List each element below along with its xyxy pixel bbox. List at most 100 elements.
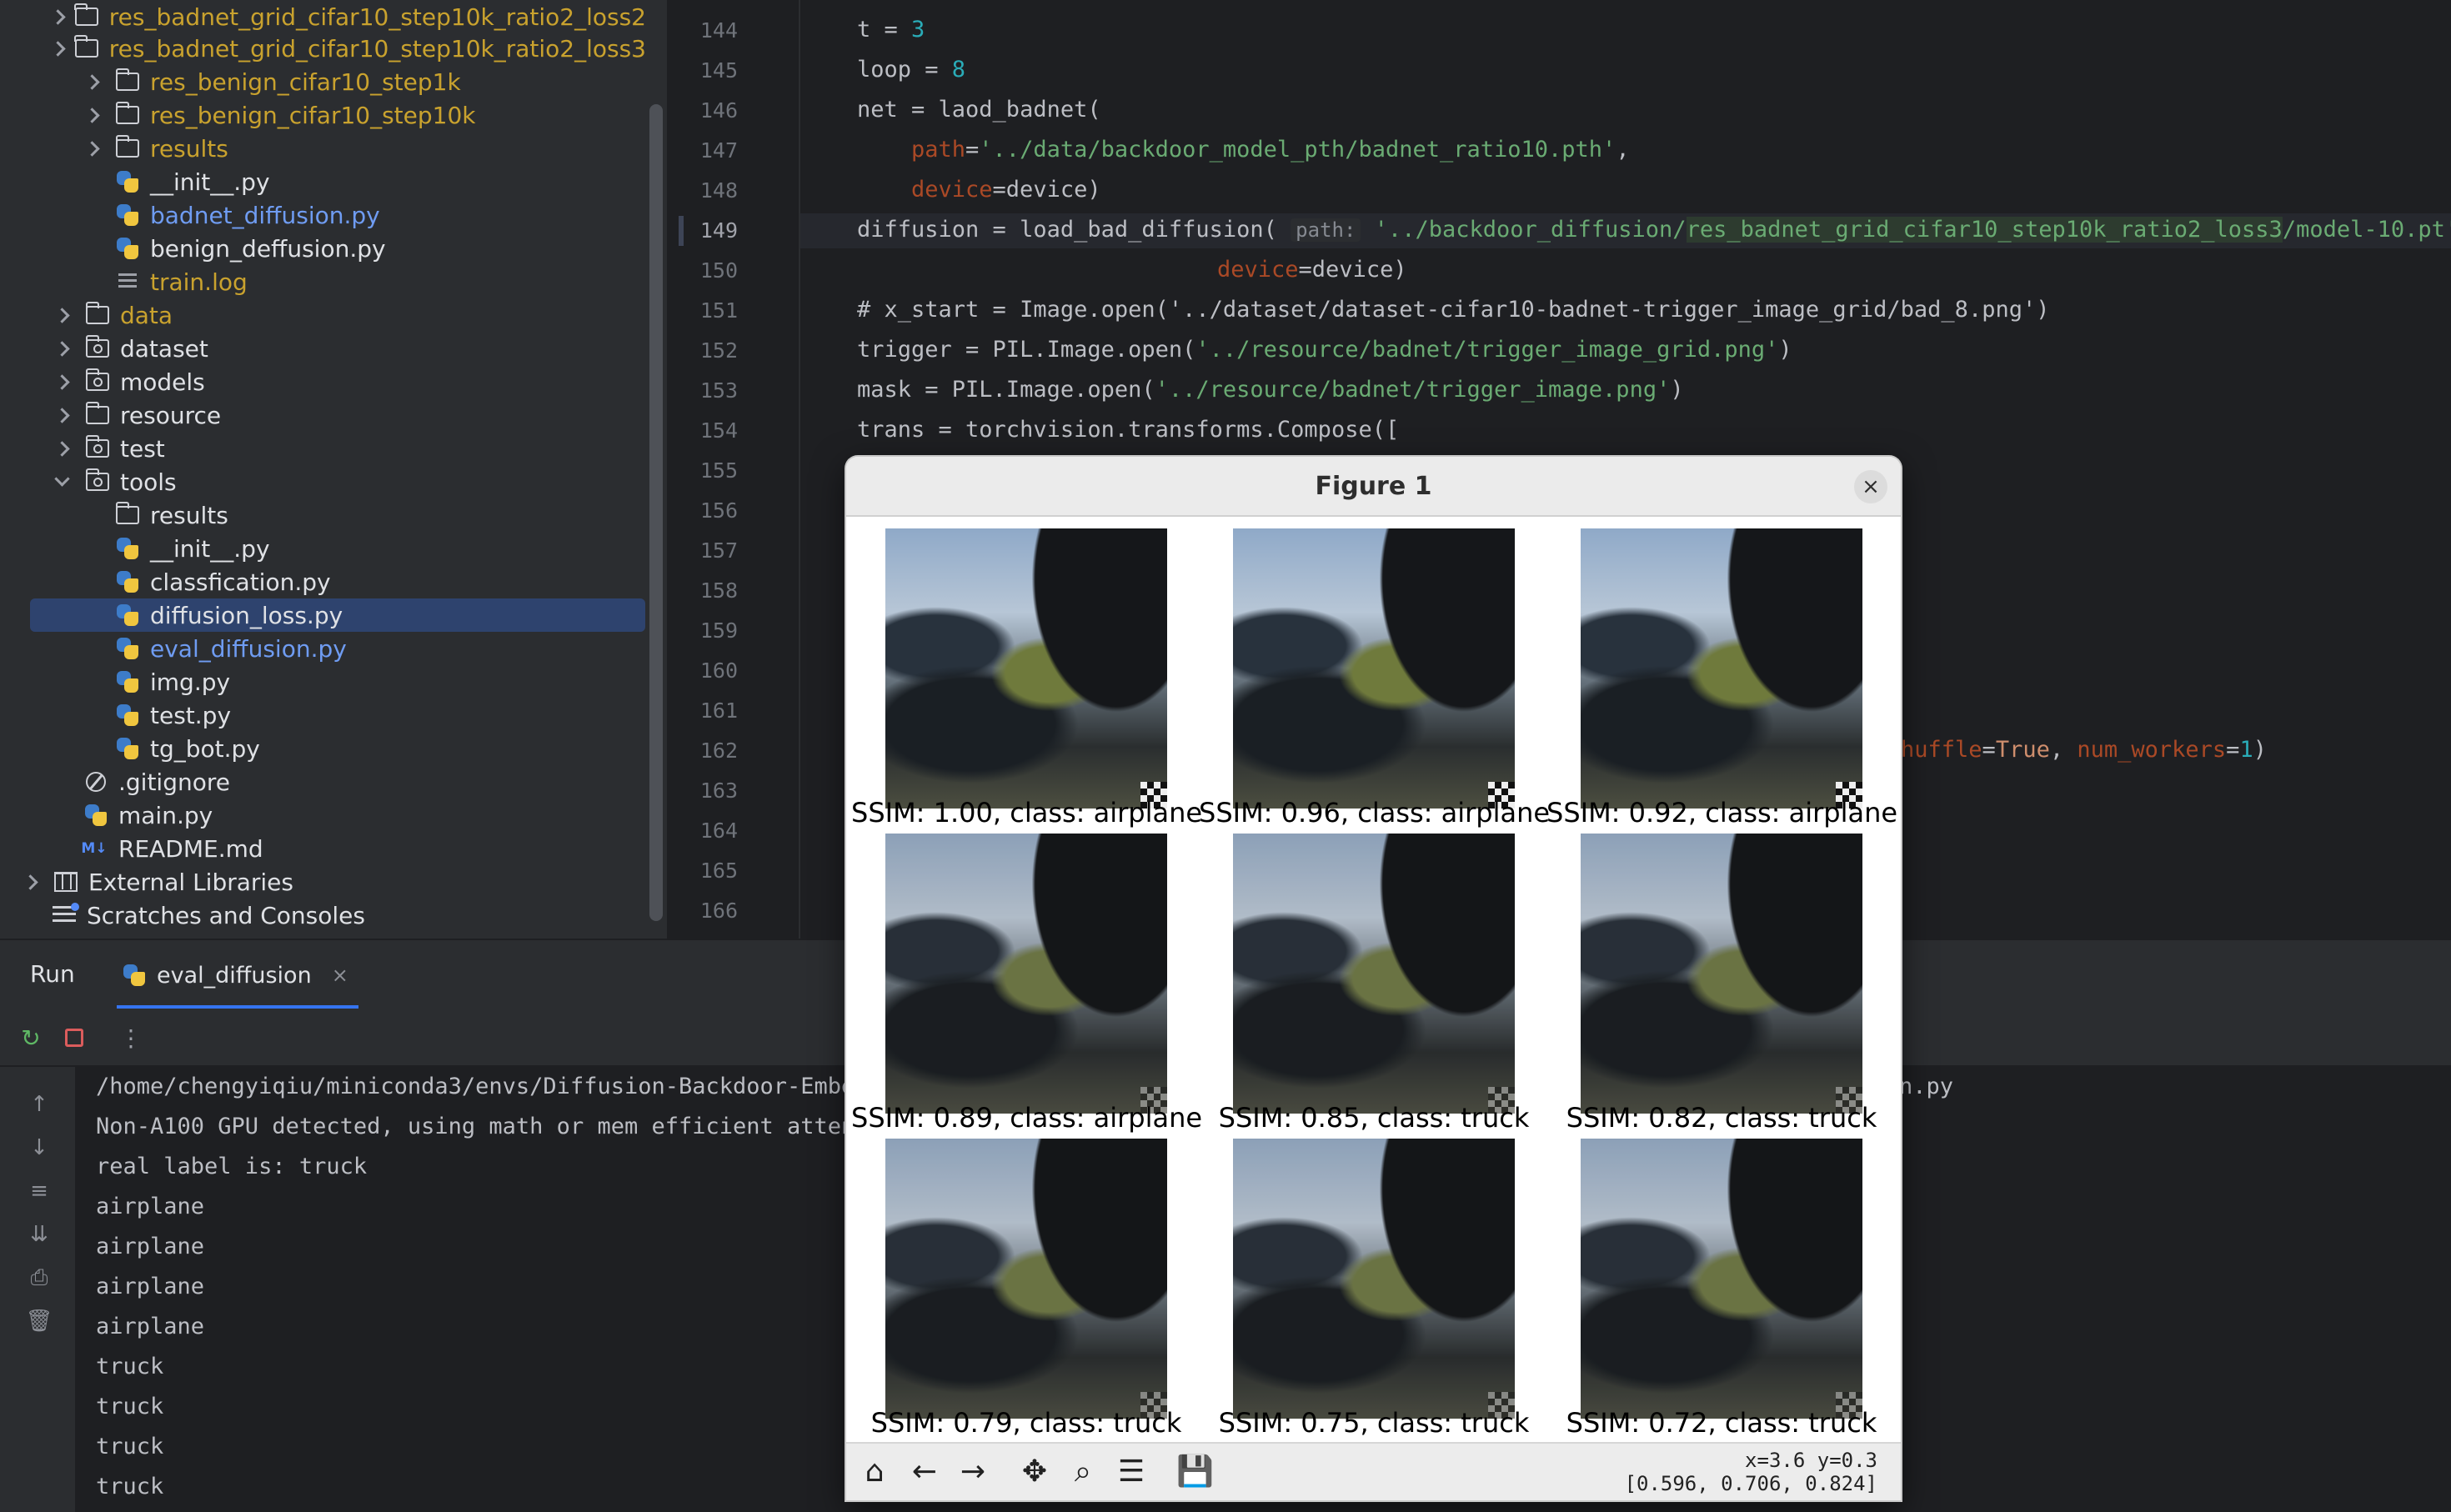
tree-item-tg-bot-py[interactable]: tg_bot.py xyxy=(0,732,646,765)
chevron-right-icon[interactable] xyxy=(49,8,59,25)
rerun-icon[interactable]: ↻ xyxy=(17,1024,45,1052)
chevron-right-icon[interactable] xyxy=(22,874,38,890)
tree-item-label: __init__.py xyxy=(150,534,270,563)
run-side-toolbar: ↑ ↓ ≡ ⇊ ⎙ 🗑 xyxy=(0,1067,75,1512)
close-icon[interactable]: × xyxy=(332,964,348,987)
tree-item-res-badnet-loss3[interactable]: res_badnet_grid_cifar10_step10k_ratio2_l… xyxy=(0,32,646,65)
more-options-icon[interactable]: ⋮ xyxy=(117,1024,145,1052)
chevron-right-icon[interactable] xyxy=(83,107,100,123)
figure-window[interactable]: Figure 1 × SSIM: 1.00, class: airplane S… xyxy=(846,457,1901,1500)
tree-item-resource[interactable]: resource xyxy=(0,398,646,432)
sample-caption: SSIM: 1.00, class: airplane xyxy=(851,797,1203,829)
tree-item-label: test.py xyxy=(150,701,232,729)
console-line: truck xyxy=(96,1394,164,1419)
text-file-icon xyxy=(115,271,140,293)
pan-icon[interactable]: ✥ xyxy=(1018,1455,1051,1489)
configure-subplots-icon[interactable]: ☰ xyxy=(1115,1455,1148,1489)
sample-image xyxy=(1581,1139,1862,1419)
folder-icon xyxy=(85,302,110,326)
tree-item-diffusion-loss-py[interactable]: diffusion_loss.py xyxy=(30,598,645,632)
trash-icon[interactable]: 🗑 xyxy=(26,1309,53,1334)
chevron-right-icon[interactable] xyxy=(83,140,100,157)
tree-item-label: res_badnet_grid_cifar10_step10k_ratio2_l… xyxy=(108,34,646,63)
code-token: loop = xyxy=(857,57,952,83)
tree-item-label: results xyxy=(150,501,228,529)
sample-image xyxy=(885,1139,1167,1419)
scroll-down-icon[interactable]: ↓ xyxy=(27,1135,52,1160)
zoom-icon[interactable]: ⌕ xyxy=(1066,1455,1100,1489)
tree-item-label: diffusion_loss.py xyxy=(150,601,343,629)
code-line-148: device=device) xyxy=(911,177,1101,203)
tree-item-label: resource xyxy=(120,401,222,429)
tree-item-tools[interactable]: tools xyxy=(0,465,646,498)
line-number: 158 xyxy=(699,578,738,603)
tree-item-main-py[interactable]: main.py xyxy=(0,799,646,832)
code-token: = xyxy=(965,137,980,163)
chevron-right-icon[interactable] xyxy=(53,407,70,423)
chevron-right-icon[interactable] xyxy=(83,73,100,90)
chevron-right-icon[interactable] xyxy=(53,440,70,457)
soft-wrap-icon[interactable]: ≡ xyxy=(27,1179,52,1204)
coord-xy: x=3.6 y=0.3 xyxy=(1745,1449,1877,1472)
tree-item-eval-diffusion-py[interactable]: eval_diffusion.py xyxy=(0,632,646,665)
line-number: 146 xyxy=(699,98,738,123)
tree-item-dataset[interactable]: dataset xyxy=(0,332,646,365)
tree-item-scratches[interactable]: Scratches and Consoles xyxy=(0,899,646,932)
run-tab-eval-diffusion[interactable]: eval_diffusion × xyxy=(122,957,348,994)
code-number: 3 xyxy=(911,17,925,43)
line-number: 152 xyxy=(699,338,738,363)
code-line-146: net = laod_badnet( xyxy=(857,97,1101,123)
tree-item-classfication-py[interactable]: classfication.py xyxy=(0,565,646,598)
tree-item-label: data xyxy=(120,301,173,329)
tree-item-readme-md[interactable]: M↓ README.md xyxy=(0,832,646,865)
close-icon[interactable]: × xyxy=(1854,470,1887,503)
parameter-hint: path: xyxy=(1291,218,1361,242)
tree-item-tools-results[interactable]: results xyxy=(0,498,646,532)
chevron-down-icon[interactable] xyxy=(53,473,70,490)
tree-item-models[interactable]: models xyxy=(0,365,646,398)
tree-item-results[interactable]: results xyxy=(0,132,646,165)
code-token: , xyxy=(2049,737,2078,763)
stop-button[interactable] xyxy=(60,1024,88,1052)
save-icon[interactable]: 💾 xyxy=(1176,1455,1214,1489)
chevron-right-icon[interactable] xyxy=(49,40,59,57)
back-arrow-icon[interactable]: ← xyxy=(908,1455,941,1489)
forward-arrow-icon[interactable]: → xyxy=(956,1455,990,1489)
tree-scrollbar[interactable] xyxy=(649,104,663,921)
code-token: mask = PIL.Image.open( xyxy=(857,377,1155,403)
tree-item-res-badnet-loss2[interactable]: res_badnet_grid_cifar10_step10k_ratio2_l… xyxy=(0,0,646,33)
console-line: real label is: truck xyxy=(96,1154,368,1179)
code-param: huffle xyxy=(1901,737,1982,763)
code-string: '../backdoor_diffusion/ xyxy=(1361,217,1687,243)
tree-item-data[interactable]: data xyxy=(0,298,646,332)
chevron-right-icon[interactable] xyxy=(53,373,70,390)
tree-item-res-benign-step10k[interactable]: res_benign_cifar10_step10k xyxy=(0,98,646,132)
code-line-150: device=device) xyxy=(1217,257,1407,283)
tree-item-test[interactable]: test xyxy=(0,432,646,465)
tree-item-external-libraries[interactable]: External Libraries xyxy=(0,865,646,899)
print-icon[interactable]: ⎙ xyxy=(27,1265,52,1290)
tree-item-tools-init-py[interactable]: __init__.py xyxy=(0,532,646,565)
code-token: ) xyxy=(1778,337,1792,363)
line-number: 166 xyxy=(699,899,738,923)
code-token: t = xyxy=(857,17,912,43)
tree-item-benign-deffusion-py[interactable]: benign_deffusion.py xyxy=(0,232,646,265)
tree-item-img-py[interactable]: img.py xyxy=(0,665,646,698)
chevron-right-icon[interactable] xyxy=(53,340,70,357)
tree-item-res-benign-step1k[interactable]: res_benign_cifar10_step1k xyxy=(0,65,646,98)
tree-item-gitignore[interactable]: .gitignore xyxy=(0,765,646,799)
figure-title: Figure 1 xyxy=(846,457,1901,517)
sample-image xyxy=(885,834,1167,1114)
tree-item-badnet-diffusion-py[interactable]: badnet_diffusion.py xyxy=(0,198,646,232)
scroll-to-end-icon[interactable]: ⇊ xyxy=(27,1222,52,1247)
tree-item-label: __init__.py xyxy=(150,168,270,196)
scroll-up-icon[interactable]: ↑ xyxy=(27,1092,52,1117)
tree-item-label: .gitignore xyxy=(118,768,230,796)
tree-item-train-log[interactable]: train.log xyxy=(0,265,646,298)
tree-item-test-py[interactable]: test.py xyxy=(0,698,646,732)
tree-item-label: results xyxy=(150,134,228,163)
chevron-right-icon[interactable] xyxy=(53,307,70,323)
tree-item-init-py[interactable]: __init__.py xyxy=(0,165,646,198)
line-number: 148 xyxy=(699,178,738,203)
home-icon[interactable]: ⌂ xyxy=(858,1455,891,1489)
